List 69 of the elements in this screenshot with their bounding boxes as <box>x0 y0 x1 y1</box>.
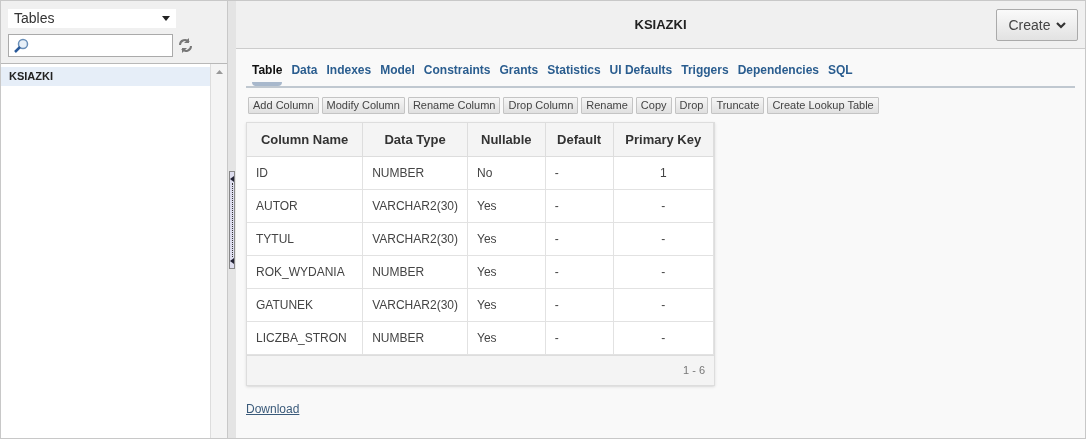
tab[interactable]: Indexes <box>326 60 372 86</box>
table-cell: NUMBER <box>362 156 468 189</box>
tab[interactable]: Constraints <box>423 60 491 86</box>
table-cell: - <box>545 222 614 255</box>
object-type-dropdown[interactable]: Tables <box>8 9 176 28</box>
action-button[interactable]: Add Column <box>248 97 319 114</box>
tab[interactable]: Grants <box>499 60 539 86</box>
column-header: Default <box>545 123 614 156</box>
table-cell: VARCHAR2(30) <box>362 189 468 222</box>
tab[interactable]: Dependencies <box>737 60 819 86</box>
table-cell: NUMBER <box>362 321 468 354</box>
column-header: Nullable <box>467 123 546 156</box>
table-cell: - <box>545 321 614 354</box>
tab[interactable]: Table <box>252 60 283 86</box>
action-button[interactable]: Truncate <box>711 97 765 114</box>
scrollbar[interactable] <box>210 64 227 438</box>
table-cell: Yes <box>467 288 546 321</box>
create-button[interactable]: Create <box>996 9 1078 41</box>
table-cell: - <box>545 189 614 222</box>
table-cell: GATUNEK <box>247 288 363 321</box>
tab[interactable]: Triggers <box>681 60 729 86</box>
table-cell: - <box>545 156 614 189</box>
action-button[interactable]: Create Lookup Table <box>767 97 879 114</box>
tab[interactable]: UI Defaults <box>609 60 673 86</box>
action-button[interactable]: Drop <box>674 97 709 114</box>
column-header: Data Type <box>362 123 468 156</box>
table-cell: No <box>467 156 546 189</box>
table-cell: - <box>545 255 614 288</box>
table-cell: - <box>545 288 614 321</box>
table-cell: - <box>613 222 714 255</box>
tab[interactable]: Statistics <box>547 60 601 86</box>
table-cell: - <box>613 321 714 354</box>
chevron-down-icon <box>1055 21 1066 29</box>
table-cell: VARCHAR2(30) <box>362 288 468 321</box>
table-cell: 1 <box>613 156 714 189</box>
column-header: Primary Key <box>613 123 714 156</box>
search-icon <box>13 37 29 54</box>
splitter-handle[interactable] <box>229 170 235 269</box>
table-cell: - <box>613 255 714 288</box>
table-cell: - <box>613 189 714 222</box>
tab[interactable]: Data <box>291 60 318 86</box>
action-button[interactable]: Modify Column <box>321 97 405 114</box>
action-button[interactable]: Rename Column <box>407 97 501 114</box>
download-link[interactable]: Download <box>246 399 300 418</box>
table-cell: VARCHAR2(30) <box>362 222 468 255</box>
page-title: KSIAZKI <box>634 15 687 34</box>
table-cell: AUTOR <box>247 189 363 222</box>
table-cell: Yes <box>467 189 546 222</box>
table-cell: ROK_WYDANIA <box>247 255 363 288</box>
table-list-item[interactable]: KSIAZKI <box>1 67 210 86</box>
column-header: Column Name <box>247 123 363 156</box>
action-button[interactable]: Copy <box>635 97 672 114</box>
table-cell: ID <box>247 156 363 189</box>
table-cell: LICZBA_STRON <box>247 321 363 354</box>
table-cell: Yes <box>467 255 546 288</box>
table-cell: Yes <box>467 321 546 354</box>
table-cell: TYTUL <box>247 222 363 255</box>
action-button[interactable]: Drop Column <box>503 97 579 114</box>
tab[interactable]: SQL <box>828 60 853 86</box>
search-field[interactable] <box>8 34 173 57</box>
tab[interactable]: Model <box>380 60 415 86</box>
table-cell: Yes <box>467 222 546 255</box>
refresh-icon[interactable] <box>177 37 194 54</box>
action-button[interactable]: Rename <box>581 97 633 114</box>
pagination-text: 1 - 6 <box>683 362 705 378</box>
table-cell: - <box>613 288 714 321</box>
table-cell: NUMBER <box>362 255 468 288</box>
scroll-up-icon[interactable] <box>215 70 223 74</box>
dropdown-arrow-icon <box>162 16 170 21</box>
